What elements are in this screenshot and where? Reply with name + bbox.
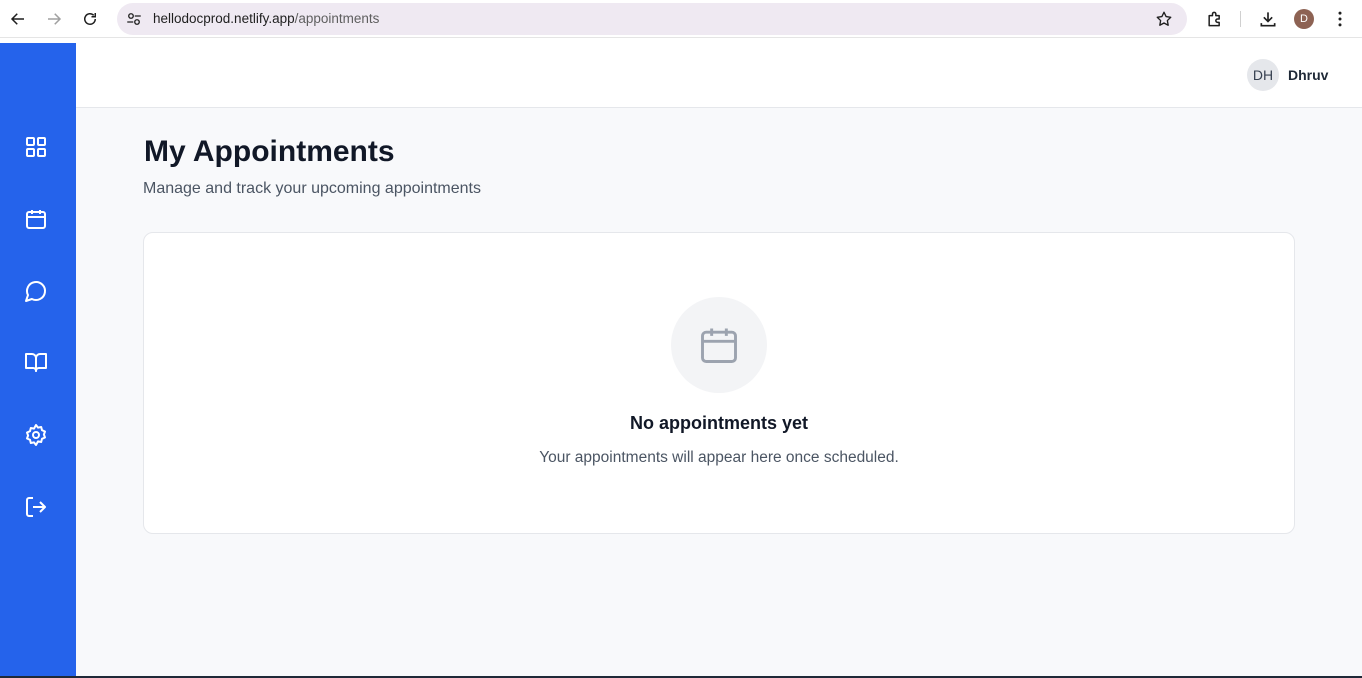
browser-toolbar: hellodocprod.netlify.app/appointments D: [0, 0, 1362, 38]
empty-state-text: Your appointments will appear here once …: [539, 449, 899, 466]
bookmark-star-icon[interactable]: [1155, 10, 1173, 28]
extensions-button[interactable]: [1201, 5, 1229, 33]
empty-state-title: No appointments yet: [629, 413, 808, 433]
sidebar-item-logout[interactable]: [22, 493, 50, 521]
puzzle-icon: [1208, 11, 1220, 27]
download-icon: [1260, 12, 1276, 27]
url-text[interactable]: hellodocprod.netlify.app/appointments: [153, 11, 379, 26]
sidebar-item-dashboard[interactable]: [22, 133, 50, 161]
calendar-icon: [26, 210, 46, 229]
top-header: DH Dhruv: [76, 43, 1362, 108]
reload-button[interactable]: [76, 5, 104, 33]
sidebar-item-settings[interactable]: [22, 421, 50, 449]
user-name[interactable]: Dhruv: [1288, 67, 1328, 83]
sidebar-item-appointments[interactable]: [22, 205, 50, 233]
calendar-icon: [701, 328, 737, 363]
site-settings-icon[interactable]: [125, 10, 143, 28]
reload-icon: [84, 13, 96, 25]
empty-state-icon-circle: [671, 297, 767, 393]
downloads-button[interactable]: [1254, 5, 1282, 33]
arrow-right-icon: [48, 13, 62, 25]
url-path: /appointments: [294, 11, 380, 26]
address-bar[interactable]: hellodocprod.netlify.app/appointments: [117, 3, 1187, 35]
back-button[interactable]: [4, 5, 32, 33]
avatar[interactable]: DH: [1247, 59, 1279, 91]
main-content: My Appointments Manage and track your up…: [76, 108, 1362, 678]
browser-profile-avatar[interactable]: D: [1294, 9, 1314, 29]
forward-button[interactable]: [40, 5, 68, 33]
grid-icon: [26, 137, 46, 157]
empty-state-card: No appointments yet Your appointments wi…: [143, 232, 1295, 534]
kebab-menu-icon: [1338, 11, 1342, 27]
toolbar-divider: [1240, 11, 1241, 27]
logout-icon: [26, 497, 46, 517]
url-host: hellodocprod.netlify.app: [153, 11, 295, 26]
sidebar: [0, 43, 76, 678]
sidebar-item-resources[interactable]: [22, 348, 50, 376]
page-subtitle: Manage and track your upcoming appointme…: [143, 180, 481, 197]
browser-menu-button[interactable]: [1326, 5, 1354, 33]
book-icon: [25, 353, 47, 372]
gear-icon: [26, 424, 46, 446]
chat-icon: [25, 281, 46, 302]
page-title: My Appointments: [144, 135, 395, 168]
arrow-left-icon: [10, 13, 24, 25]
sidebar-item-messages[interactable]: [22, 277, 50, 305]
